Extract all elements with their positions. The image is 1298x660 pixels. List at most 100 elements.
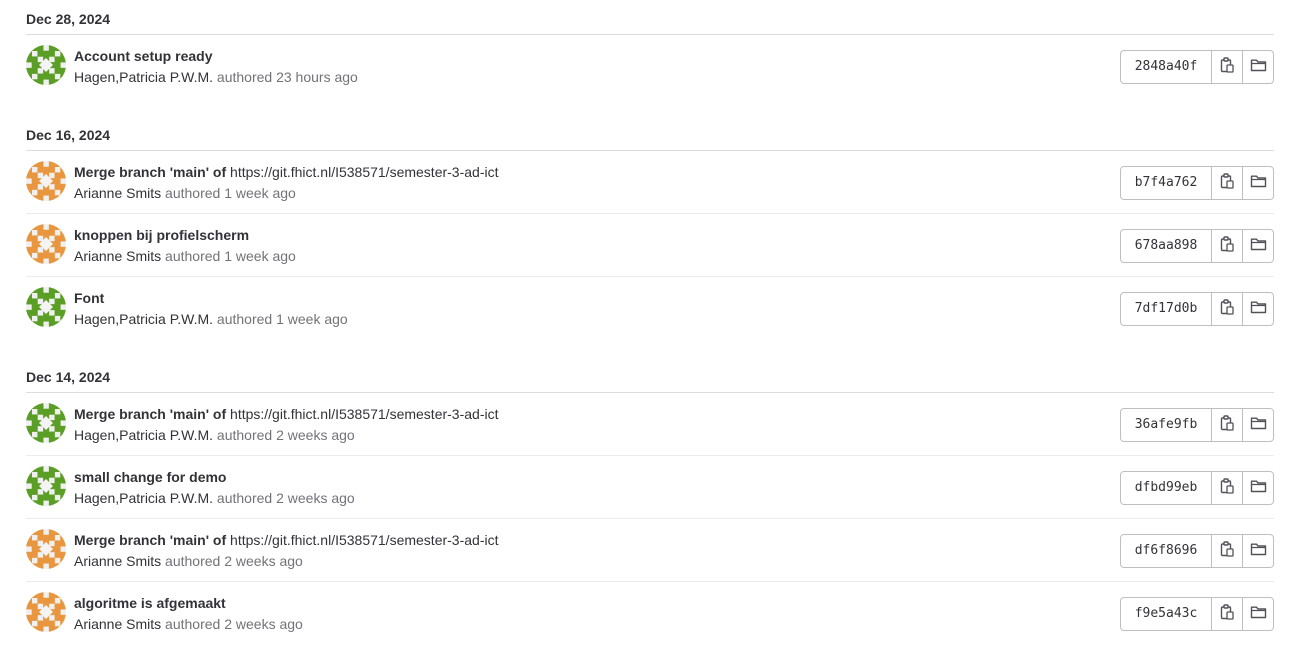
copy-sha-button[interactable]	[1211, 535, 1242, 567]
commit-meta: Arianne Smits authored 1 week ago	[74, 248, 296, 265]
commit-meta: Hagen,Patricia P.W.M. authored 2 weeks a…	[74, 490, 355, 507]
sha-button-group: df6f8696	[1120, 534, 1274, 568]
author-link[interactable]: Hagen,Patricia P.W.M.	[74, 490, 213, 506]
commit-title-link[interactable]: Account setup ready	[74, 48, 212, 64]
avatar[interactable]	[26, 287, 66, 327]
copy-sha-button[interactable]	[1211, 167, 1242, 199]
commit-meta: Hagen,Patricia P.W.M. authored 1 week ag…	[74, 311, 348, 328]
browse-files-button[interactable]	[1242, 535, 1273, 567]
avatar[interactable]	[26, 529, 66, 569]
sha-button-group: b7f4a762	[1120, 166, 1274, 200]
browse-files-button[interactable]	[1242, 409, 1273, 441]
copy-icon	[1220, 235, 1234, 257]
browse-files-button[interactable]	[1242, 51, 1273, 83]
author-link[interactable]: Arianne Smits	[74, 248, 161, 264]
folder-icon	[1250, 605, 1267, 624]
copy-sha-button[interactable]	[1211, 51, 1242, 83]
folder-icon	[1250, 416, 1267, 435]
commit-title-line: Merge branch 'main' of https://git.fhict…	[74, 164, 499, 181]
commit-title-url[interactable]: https://git.fhict.nl/I538571/semester-3-…	[226, 406, 498, 422]
commit-row: Account setup ready Hagen,Patricia P.W.M.…	[26, 35, 1274, 98]
avatar[interactable]	[26, 224, 66, 264]
avatar[interactable]	[26, 403, 66, 443]
authored-time: authored 2 weeks ago	[216, 427, 355, 443]
sha-button-group: f9e5a43c	[1120, 597, 1274, 631]
commit-title-line: Font	[74, 290, 104, 307]
folder-icon	[1250, 542, 1267, 561]
authored-time: authored 2 weeks ago	[216, 490, 355, 506]
commit-row: Font Hagen,Patricia P.W.M. authored 1 wee…	[26, 277, 1274, 340]
commit-title-link[interactable]: algoritme is afgemaakt	[74, 595, 226, 611]
date-heading: Dec 16, 2024	[26, 116, 1274, 151]
commit-sha-button[interactable]: 2848a40f	[1121, 51, 1211, 83]
folder-icon	[1250, 174, 1267, 193]
author-link[interactable]: Arianne Smits	[74, 185, 161, 201]
commit-sha-button[interactable]: dfbd99eb	[1121, 472, 1211, 504]
commit-meta: Arianne Smits authored 2 weeks ago	[74, 616, 303, 633]
commit-sha-button[interactable]: df6f8696	[1121, 535, 1211, 567]
commit-group: Dec 14, 2024 Merge branch 'main' of http…	[26, 358, 1274, 645]
commit-title-link[interactable]: Merge branch 'main' of	[74, 164, 226, 180]
avatar[interactable]	[26, 45, 66, 85]
commit-group: Dec 28, 2024 Account setup ready Hagen,Pa…	[26, 0, 1274, 98]
copy-sha-button[interactable]	[1211, 409, 1242, 441]
copy-sha-button[interactable]	[1211, 293, 1242, 325]
author-link[interactable]: Arianne Smits	[74, 553, 161, 569]
avatar[interactable]	[26, 161, 66, 201]
commit-title-link[interactable]: Merge branch 'main' of	[74, 532, 226, 548]
commit-title-url[interactable]: https://git.fhict.nl/I538571/semester-3-…	[226, 532, 498, 548]
commit-title-link[interactable]: knoppen bij profielscherm	[74, 227, 249, 243]
commit-sha-button[interactable]: b7f4a762	[1121, 167, 1211, 199]
copy-icon	[1220, 172, 1234, 194]
folder-icon	[1250, 479, 1267, 498]
avatar[interactable]	[26, 466, 66, 506]
copy-icon	[1220, 56, 1234, 78]
folder-icon	[1250, 58, 1267, 77]
commit-sha-button[interactable]: f9e5a43c	[1121, 598, 1211, 630]
authored-time: authored 2 weeks ago	[165, 553, 303, 569]
browse-files-button[interactable]	[1242, 293, 1273, 325]
authored-time: authored 23 hours ago	[216, 69, 358, 85]
folder-icon	[1250, 300, 1267, 319]
commit-title-line: algoritme is afgemaakt	[74, 595, 226, 612]
copy-icon	[1220, 298, 1234, 320]
commit-sha-button[interactable]: 36afe9fb	[1121, 409, 1211, 441]
date-heading: Dec 28, 2024	[26, 0, 1274, 35]
browse-files-button[interactable]	[1242, 472, 1273, 504]
commit-sha-button[interactable]: 678aa898	[1121, 230, 1211, 262]
commit-title-link[interactable]: small change for demo	[74, 469, 226, 485]
author-link[interactable]: Hagen,Patricia P.W.M.	[74, 69, 213, 85]
authored-time: authored 1 week ago	[216, 311, 348, 327]
commit-meta: Arianne Smits authored 2 weeks ago	[74, 553, 303, 570]
commit-meta: Hagen,Patricia P.W.M. authored 23 hours …	[74, 69, 358, 86]
browse-files-button[interactable]	[1242, 167, 1273, 199]
commit-title-url[interactable]: https://git.fhict.nl/I538571/semester-3-…	[226, 164, 498, 180]
copy-icon	[1220, 414, 1234, 436]
author-link[interactable]: Arianne Smits	[74, 616, 161, 632]
sha-button-group: 7df17d0b	[1120, 292, 1274, 326]
commit-row: small change for demo Hagen,Patricia P.W.…	[26, 456, 1274, 519]
commit-title-line: Account setup ready	[74, 48, 212, 65]
copy-sha-button[interactable]	[1211, 598, 1242, 630]
commit-meta: Hagen,Patricia P.W.M. authored 2 weeks a…	[74, 427, 355, 444]
browse-files-button[interactable]	[1242, 598, 1273, 630]
commit-title-link[interactable]: Merge branch 'main' of	[74, 406, 226, 422]
copy-sha-button[interactable]	[1211, 230, 1242, 262]
date-heading: Dec 14, 2024	[26, 358, 1274, 393]
authored-time: authored 2 weeks ago	[165, 616, 303, 632]
sha-button-group: dfbd99eb	[1120, 471, 1274, 505]
browse-files-button[interactable]	[1242, 230, 1273, 262]
copy-sha-button[interactable]	[1211, 472, 1242, 504]
avatar[interactable]	[26, 592, 66, 632]
commit-sha-button[interactable]: 7df17d0b	[1121, 293, 1211, 325]
sha-button-group: 678aa898	[1120, 229, 1274, 263]
copy-icon	[1220, 603, 1234, 625]
sha-button-group: 36afe9fb	[1120, 408, 1274, 442]
author-link[interactable]: Hagen,Patricia P.W.M.	[74, 427, 213, 443]
commit-row: knoppen bij profielscherm Arianne Smits a…	[26, 214, 1274, 277]
commit-row: algoritme is afgemaakt Arianne Smits auth…	[26, 582, 1274, 645]
commit-row: Merge branch 'main' of https://git.fhict…	[26, 151, 1274, 214]
commit-title-link[interactable]: Font	[74, 290, 104, 306]
author-link[interactable]: Hagen,Patricia P.W.M.	[74, 311, 213, 327]
authored-time: authored 1 week ago	[165, 248, 296, 264]
